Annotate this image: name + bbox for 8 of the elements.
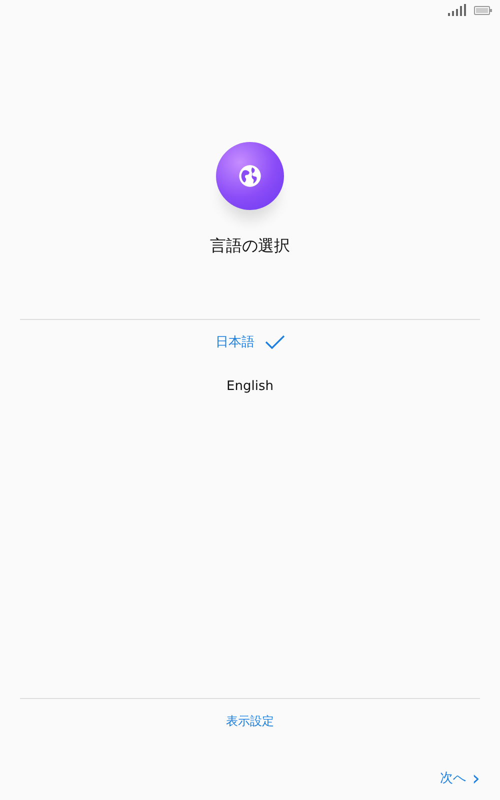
- next-button[interactable]: 次へ ›: [440, 768, 480, 788]
- battery-icon: [474, 6, 492, 14]
- signal-icon: [448, 4, 468, 16]
- language-option[interactable]: English: [226, 364, 274, 408]
- page-title: 言語の選択: [210, 236, 290, 257]
- language-option[interactable]: 日本語: [216, 320, 284, 364]
- check-icon: [264, 335, 284, 349]
- display-settings-link[interactable]: 表示設定: [226, 713, 274, 730]
